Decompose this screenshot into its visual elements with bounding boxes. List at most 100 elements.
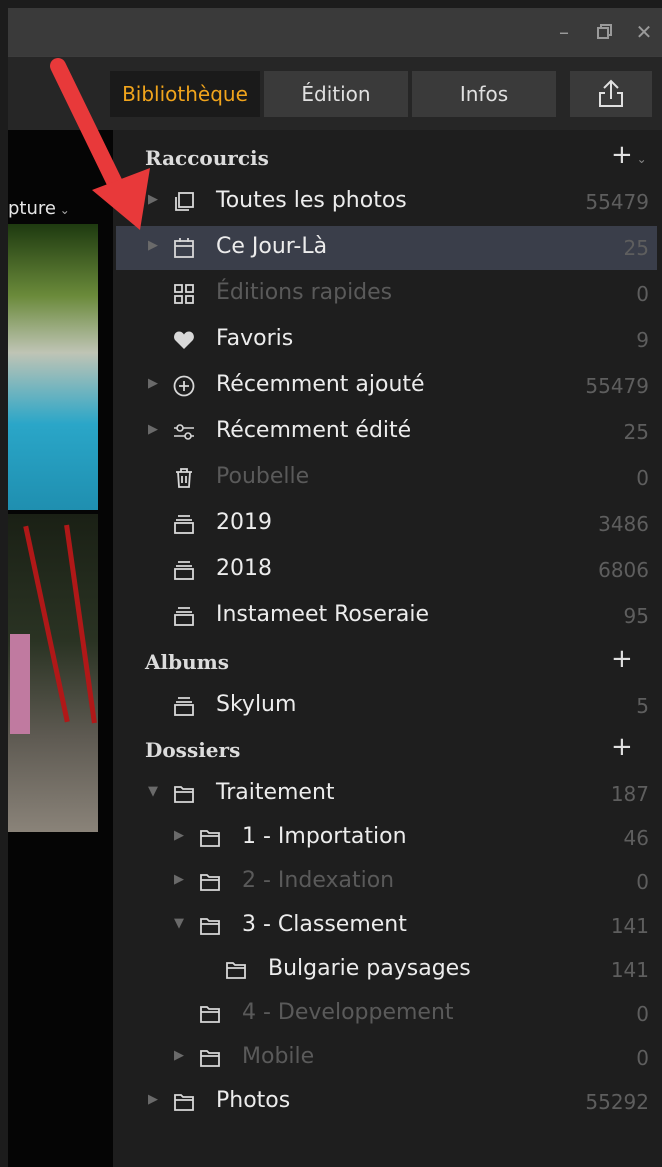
title-bar: – ✕ <box>8 8 662 56</box>
shortcut-label: Récemment édité <box>216 418 412 443</box>
shortcut-label: 2019 <box>216 510 272 535</box>
collapse-arrow-icon[interactable]: ▼ <box>174 916 184 931</box>
item-count: 0 <box>636 1002 649 1026</box>
shortcut-item-ce-jour-la[interactable]: ▶ Ce Jour-Là 25 <box>116 226 657 270</box>
album-item-skylum[interactable]: Skylum 5 <box>116 684 657 728</box>
folder-item-classement[interactable]: ▼ 3 - Classement 141 <box>116 904 657 948</box>
item-count: 0 <box>636 466 649 490</box>
folder-icon <box>172 782 196 806</box>
shortcut-label: Poubelle <box>216 464 310 489</box>
shortcut-item-favoris[interactable]: Favoris 9 <box>116 318 657 362</box>
item-count: 0 <box>636 282 649 306</box>
grid-icon <box>172 282 196 306</box>
item-count: 95 <box>623 604 649 628</box>
shortcut-item-2018[interactable]: 2018 6806 <box>116 548 657 592</box>
folder-item-photos[interactable]: ▶ Photos 55292 <box>116 1080 657 1124</box>
expand-arrow-icon[interactable]: ▶ <box>174 872 184 887</box>
shortcut-item-2019[interactable]: 2019 3486 <box>116 502 657 546</box>
photo-thumbnail[interactable] <box>8 514 98 832</box>
folder-icon <box>198 914 222 938</box>
item-count: 187 <box>610 782 649 806</box>
trash-icon <box>172 466 196 490</box>
collapse-arrow-icon[interactable]: ▼ <box>148 784 158 799</box>
expand-arrow-icon[interactable]: ▶ <box>148 1092 158 1107</box>
album-icon <box>172 558 196 582</box>
shortcut-label: Ce Jour-Là <box>216 234 328 259</box>
folder-icon <box>198 826 222 850</box>
shortcut-item-recemment-ajoute[interactable]: ▶ Récemment ajouté 55479 <box>116 364 657 408</box>
item-count: 0 <box>636 1046 649 1070</box>
add-album-icon[interactable]: + <box>611 644 633 674</box>
album-icon <box>172 604 196 628</box>
child-figure <box>10 634 30 734</box>
shortcut-label: Toutes les photos <box>216 188 407 213</box>
folder-item-bulgarie-paysages[interactable]: Bulgarie paysages 141 <box>116 948 657 992</box>
add-shortcut-icon[interactable]: + ⌄ <box>611 140 647 170</box>
minimize-icon[interactable]: – <box>552 20 576 44</box>
expand-arrow-icon[interactable]: ▶ <box>148 192 158 207</box>
folder-item-developpement[interactable]: 4 - Developpement 0 <box>116 992 657 1036</box>
photos-icon <box>172 190 196 214</box>
album-icon <box>172 512 196 536</box>
item-count: 9 <box>636 328 649 352</box>
expand-arrow-icon[interactable]: ▶ <box>148 238 158 253</box>
folder-label: Traitement <box>216 780 335 805</box>
close-icon[interactable]: ✕ <box>632 20 656 44</box>
tab-bibliotheque[interactable]: Bibliothèque <box>110 71 260 117</box>
toolbar: Bibliothèque Édition Infos <box>8 56 662 131</box>
folder-item-traitement[interactable]: ▼ Traitement 187 <box>116 772 657 816</box>
expand-arrow-icon[interactable]: ▶ <box>148 376 158 391</box>
item-count: 5 <box>636 694 649 718</box>
calendar-icon <box>172 236 196 260</box>
item-count: 25 <box>623 236 649 260</box>
heart-icon <box>172 328 196 352</box>
item-count: 0 <box>636 870 649 894</box>
add-folder-icon[interactable]: + <box>611 732 633 762</box>
shortcut-label: Instameet Roseraie <box>216 602 430 627</box>
photo-grid-pane: pture ⌄ <box>8 130 113 1167</box>
photo-thumbnail[interactable] <box>8 224 98 510</box>
album-icon <box>172 694 196 718</box>
shortcut-label: Récemment ajouté <box>216 372 425 397</box>
folder-label: Photos <box>216 1088 291 1113</box>
folder-icon <box>198 870 222 894</box>
plus-circle-icon <box>172 374 196 398</box>
shortcut-item-instameet[interactable]: Instameet Roseraie 95 <box>116 594 657 638</box>
folder-label: Bulgarie paysages <box>268 956 471 981</box>
share-button[interactable] <box>570 71 652 117</box>
section-title-dossiers: Dossiers <box>145 738 241 762</box>
capture-sort-label[interactable]: pture ⌄ <box>8 198 70 219</box>
item-count: 46 <box>623 826 649 850</box>
sliders-icon <box>172 420 196 444</box>
folder-label: 2 - Indexation <box>242 868 395 893</box>
folder-label: Mobile <box>242 1044 315 1069</box>
shortcut-item-all-photos[interactable]: ▶ Toutes les photos 55479 <box>116 180 657 224</box>
shortcut-label: Éditions rapides <box>216 280 393 305</box>
expand-arrow-icon[interactable]: ▶ <box>174 1048 184 1063</box>
expand-arrow-icon[interactable]: ▶ <box>148 422 158 437</box>
section-title-raccourcis: Raccourcis <box>145 146 269 170</box>
folder-icon <box>198 1002 222 1026</box>
tab-infos[interactable]: Infos <box>412 71 556 117</box>
item-count: 141 <box>610 914 649 938</box>
item-count: 55479 <box>585 190 649 214</box>
item-count: 141 <box>610 958 649 982</box>
shortcut-item-editions-rapides[interactable]: Éditions rapides 0 <box>116 272 657 316</box>
folder-label: 3 - Classement <box>242 912 407 937</box>
tab-edition[interactable]: Édition <box>264 71 408 117</box>
folder-item-indexation[interactable]: ▶ 2 - Indexation 0 <box>116 860 657 904</box>
folder-item-mobile[interactable]: ▶ Mobile 0 <box>116 1036 657 1080</box>
restore-icon[interactable] <box>592 20 616 44</box>
item-count: 25 <box>623 420 649 444</box>
shortcut-label: Favoris <box>216 326 294 351</box>
folder-item-importation[interactable]: ▶ 1 - Importation 46 <box>116 816 657 860</box>
folder-icon <box>198 1046 222 1070</box>
expand-arrow-icon[interactable]: ▶ <box>174 828 184 843</box>
section-title-albums: Albums <box>145 650 230 674</box>
library-sidebar: Raccourcis + ⌄ ▶ Toutes les photos 55479… <box>113 130 662 1167</box>
shortcut-item-poubelle[interactable]: Poubelle 0 <box>116 456 657 500</box>
shortcut-item-recemment-edite[interactable]: ▶ Récemment édité 25 <box>116 410 657 454</box>
item-count: 3486 <box>598 512 649 536</box>
item-count: 55292 <box>585 1090 649 1114</box>
item-count: 55479 <box>585 374 649 398</box>
